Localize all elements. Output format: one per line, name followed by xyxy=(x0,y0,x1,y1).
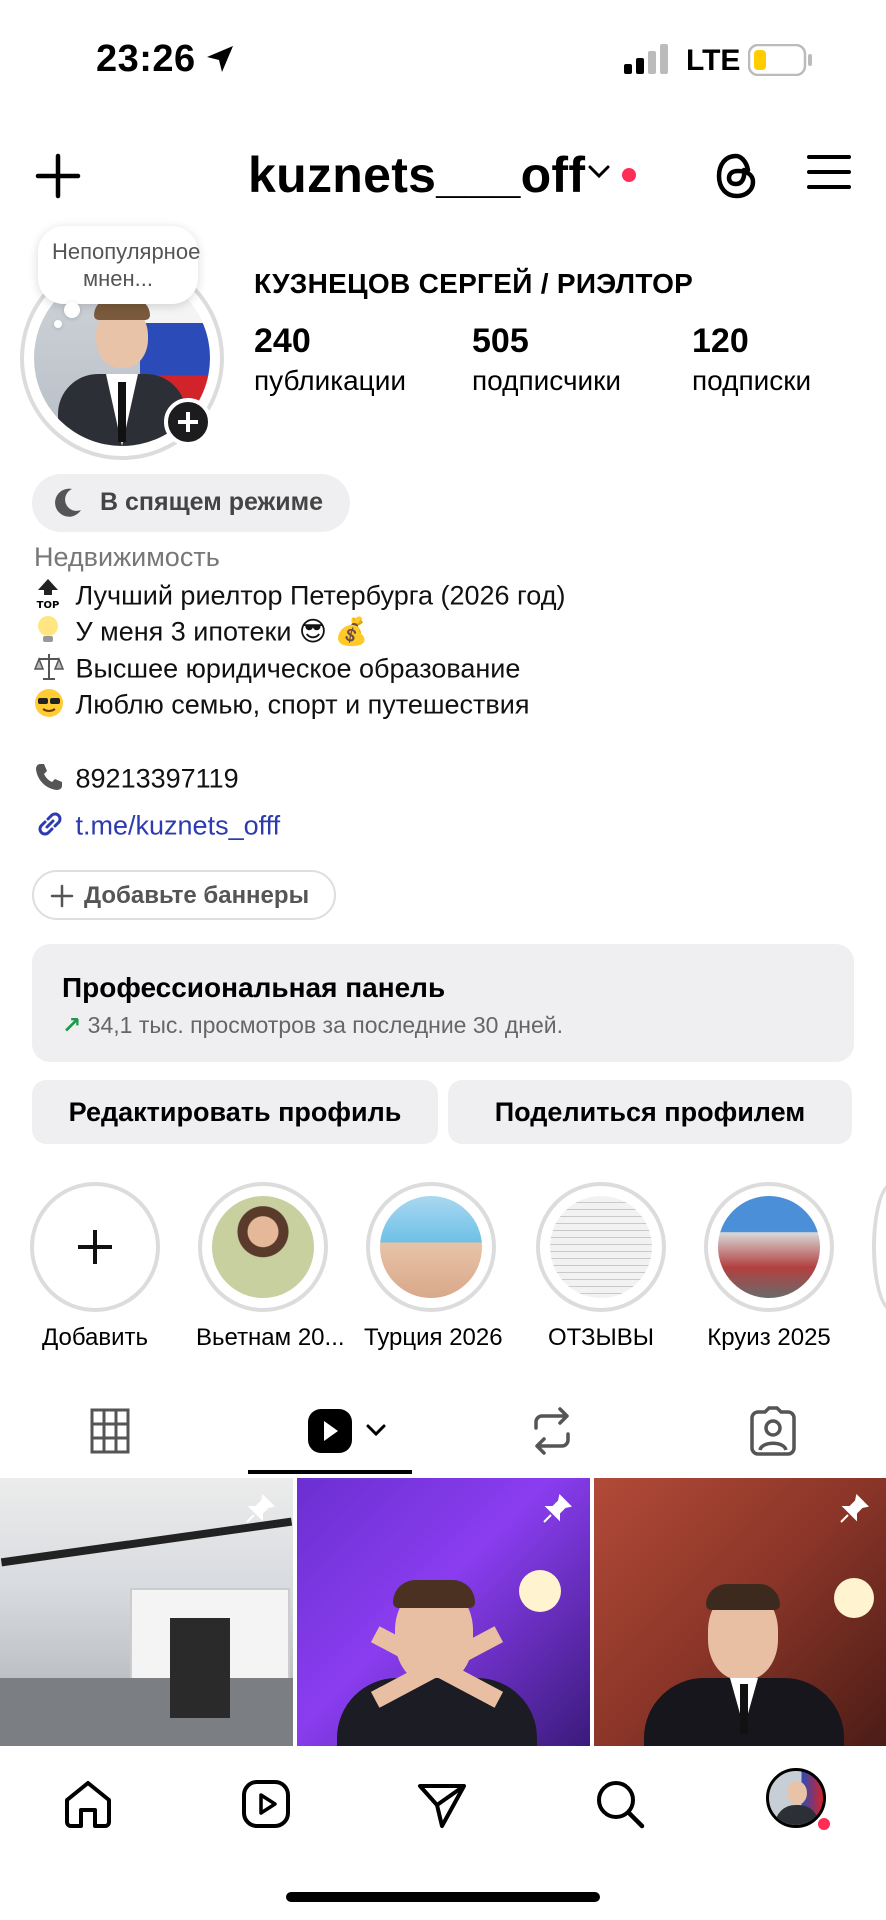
tab-tagged[interactable] xyxy=(748,1406,798,1486)
tab-grid[interactable] xyxy=(90,1408,130,1488)
reels-icon[interactable] xyxy=(240,1778,292,1835)
active-tab-indicator xyxy=(248,1470,412,1474)
threads-icon[interactable] xyxy=(712,150,762,207)
profile-full-name: КУЗНЕЦОВ СЕРГЕЙ / РИЭЛТОР xyxy=(254,268,694,299)
menu-icon[interactable] xyxy=(806,152,852,197)
link-icon xyxy=(34,808,68,847)
dashboard-subtitle: ↗ 34,1 тыс. просмотров за последние 30 д… xyxy=(62,1012,563,1039)
scales-icon xyxy=(33,651,68,690)
highlight-add[interactable]: Добавить xyxy=(28,1182,162,1352)
search-icon[interactable] xyxy=(594,1778,646,1835)
stat-followers[interactable]: 505 подписчики xyxy=(472,322,621,397)
highlight-item[interactable]: Круиз 2025 xyxy=(702,1182,836,1352)
highlight-label: ОТЗЫВЫ xyxy=(547,1324,655,1351)
reel-thumbnail[interactable] xyxy=(0,1478,293,1748)
trend-up-icon: ↗ xyxy=(62,1012,82,1038)
share-profile-button[interactable]: Поделиться профилем xyxy=(448,1080,852,1144)
moon-icon xyxy=(50,486,84,525)
home-indicator xyxy=(286,1892,600,1902)
highlight-item[interactable]: Турция 2026 xyxy=(364,1182,503,1352)
highlight-cover-image xyxy=(212,1196,314,1298)
add-banners-label: Добавьте баннеры xyxy=(84,882,310,909)
pin-icon xyxy=(542,1493,573,1529)
direct-messages-icon[interactable] xyxy=(416,1778,468,1835)
profile-link[interactable]: t.me/kuznets_offf xyxy=(34,808,280,847)
username-switcher[interactable]: kuznets___off xyxy=(248,146,585,204)
reel-thumbnail[interactable] xyxy=(594,1478,886,1748)
tab-reposts[interactable] xyxy=(528,1406,576,1486)
sunglasses-face-icon xyxy=(34,688,68,725)
pin-icon xyxy=(245,1493,276,1529)
highlight-label: Турция 2026 xyxy=(364,1324,503,1351)
highlight-item-partial[interactable] xyxy=(872,1182,886,1312)
bio-text: Лучший риелтор Петербурга (2026 год) xyxy=(75,580,566,611)
notification-dot xyxy=(816,1816,832,1832)
highlight-cover-image xyxy=(718,1196,820,1298)
link-text[interactable]: t.me/kuznets_offf xyxy=(76,811,281,841)
stat-label: подписки xyxy=(692,365,812,396)
dashboard-views-text: 34,1 тыс. просмотров за последние 30 дне… xyxy=(87,1012,563,1038)
lightbulb-icon xyxy=(34,614,68,653)
stat-value: 240 xyxy=(254,322,311,360)
note-bubble-tail xyxy=(64,302,80,318)
highlight-label: Круиз 2025 xyxy=(707,1324,831,1351)
reels-grid xyxy=(0,1478,886,1748)
reel-thumbnail[interactable] xyxy=(297,1478,590,1748)
status-bar: 23:26 LTE xyxy=(0,0,886,120)
tab-reels[interactable] xyxy=(306,1406,392,1486)
add-story-button[interactable] xyxy=(164,398,212,446)
bio-line: Люблю семью, спорт и путешествия xyxy=(34,688,529,725)
highlight-label: Добавить xyxy=(41,1324,149,1351)
pin-icon xyxy=(839,1493,870,1529)
stat-label: подписчики xyxy=(472,365,622,396)
highlight-item[interactable]: ОТЗЫВЫ xyxy=(534,1182,668,1352)
highlight-label: Вьетнам 20... xyxy=(196,1324,345,1351)
note-bubble-tail-small xyxy=(54,320,62,328)
profile-header: kuznets___off xyxy=(0,140,886,210)
plus-icon xyxy=(50,884,74,913)
create-post-button[interactable] xyxy=(34,152,82,200)
add-banners-button[interactable]: Добавьте баннеры xyxy=(32,870,336,920)
phone-number: 89213397119 xyxy=(75,763,239,794)
professional-dashboard[interactable]: Профессиональная панель ↗ 34,1 тыс. прос… xyxy=(32,944,854,1062)
dashboard-title: Профессиональная панель xyxy=(62,972,446,1003)
battery-icon xyxy=(747,43,814,81)
location-arrow-icon xyxy=(205,44,235,79)
bio-line: У меня 3 ипотеки 😎 💰 xyxy=(34,614,368,653)
bio-text: Люблю семью, спорт и путешествия xyxy=(75,689,530,720)
sleep-mode-badge[interactable]: В спящем режиме xyxy=(32,474,350,532)
sleep-mode-label: В спящем режиме xyxy=(100,488,324,516)
stat-label: публикации xyxy=(254,365,406,396)
home-icon[interactable] xyxy=(62,1778,114,1835)
top-arrow-icon: TOP xyxy=(34,578,68,617)
stat-following[interactable]: 120 подписки xyxy=(692,322,811,397)
highlight-cover-image xyxy=(380,1196,482,1298)
bio-text: У меня 3 ипотеки 😎 💰 xyxy=(75,616,369,647)
network-type: LTE xyxy=(686,44,741,77)
note-bubble[interactable]: Непопулярное мнен... xyxy=(38,226,200,304)
notification-dot xyxy=(622,168,636,182)
bio-line: TOP Лучший риелтор Петербурга (2026 год) xyxy=(34,578,565,617)
stat-posts[interactable]: 240 публикации xyxy=(254,322,406,397)
bio-text: Высшее юридическое образование xyxy=(75,653,521,684)
svg-text:TOP: TOP xyxy=(37,600,60,610)
edit-profile-button[interactable]: Редактировать профиль xyxy=(32,1080,438,1144)
stat-value: 120 xyxy=(692,322,749,360)
stat-value: 505 xyxy=(472,322,529,360)
chevron-down-icon[interactable] xyxy=(586,162,612,187)
highlight-item[interactable]: Вьетнам 20... xyxy=(196,1182,345,1352)
content-tabs xyxy=(0,1396,886,1476)
phone-icon xyxy=(34,762,68,799)
bio-line: Высшее юридическое образование xyxy=(33,651,521,690)
phone-line[interactable]: 89213397119 xyxy=(34,762,239,799)
bio-category: Недвижимость xyxy=(34,542,220,572)
status-time: 23:26 xyxy=(96,38,196,80)
highlight-cover-image xyxy=(550,1196,652,1298)
signal-icon xyxy=(624,44,672,79)
